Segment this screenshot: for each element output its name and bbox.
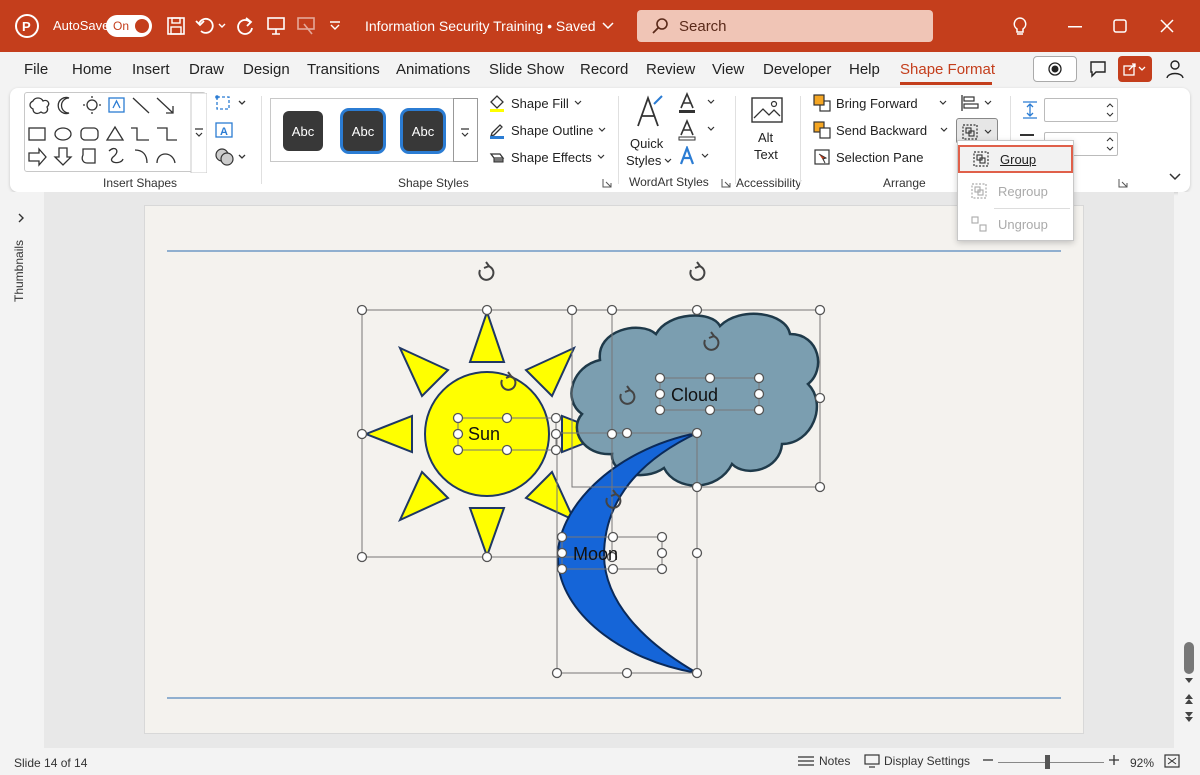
zoom-level[interactable]: 92%: [1130, 756, 1154, 770]
notes-label: Notes: [819, 754, 851, 768]
previous-slide-icon[interactable]: [1184, 692, 1194, 706]
slide-shapes-layer: [167, 250, 1061, 699]
menu-divider: [994, 208, 1070, 209]
cloud-text[interactable]: Cloud: [671, 385, 718, 406]
regroup-icon: [970, 182, 988, 200]
regroup-menu-label: Regroup: [998, 183, 1048, 199]
group-menu-label: Group: [1000, 151, 1037, 167]
group-icon: [972, 150, 990, 168]
slide-counter: Slide 14 of 14: [14, 756, 88, 770]
group-dropdown-menu: Group Regroup Ungroup: [957, 140, 1074, 241]
zoom-slider[interactable]: [998, 762, 1104, 763]
ungroup-menu-label: Ungroup: [998, 216, 1048, 232]
ungroup-icon: [970, 215, 988, 233]
sun-text[interactable]: Sun: [468, 424, 500, 445]
zoom-in-icon[interactable]: [1108, 754, 1120, 766]
notes-button[interactable]: Notes: [797, 754, 850, 768]
display-settings-icon: [864, 754, 880, 768]
vertical-scrollbar[interactable]: [1178, 192, 1200, 748]
scroll-down-icon[interactable]: [1184, 677, 1194, 685]
ungroup-menu-item[interactable]: Ungroup: [958, 210, 1073, 238]
display-settings-button[interactable]: Display Settings: [864, 754, 970, 768]
display-settings-label: Display Settings: [884, 754, 971, 768]
status-bar: Slide 14 of 14 Notes Display Settings 92…: [0, 750, 1200, 775]
fit-slide-icon[interactable]: [1164, 754, 1180, 768]
group-menu-item[interactable]: Group: [958, 145, 1073, 173]
moon-text[interactable]: Moon: [573, 544, 618, 565]
regroup-menu-item[interactable]: Regroup: [958, 177, 1073, 205]
next-slide-icon[interactable]: [1184, 710, 1194, 724]
zoom-out-icon[interactable]: [982, 754, 994, 766]
zoom-slider-thumb[interactable]: [1045, 755, 1050, 769]
scroll-thumb[interactable]: [1184, 642, 1194, 674]
notes-icon: [797, 754, 815, 768]
